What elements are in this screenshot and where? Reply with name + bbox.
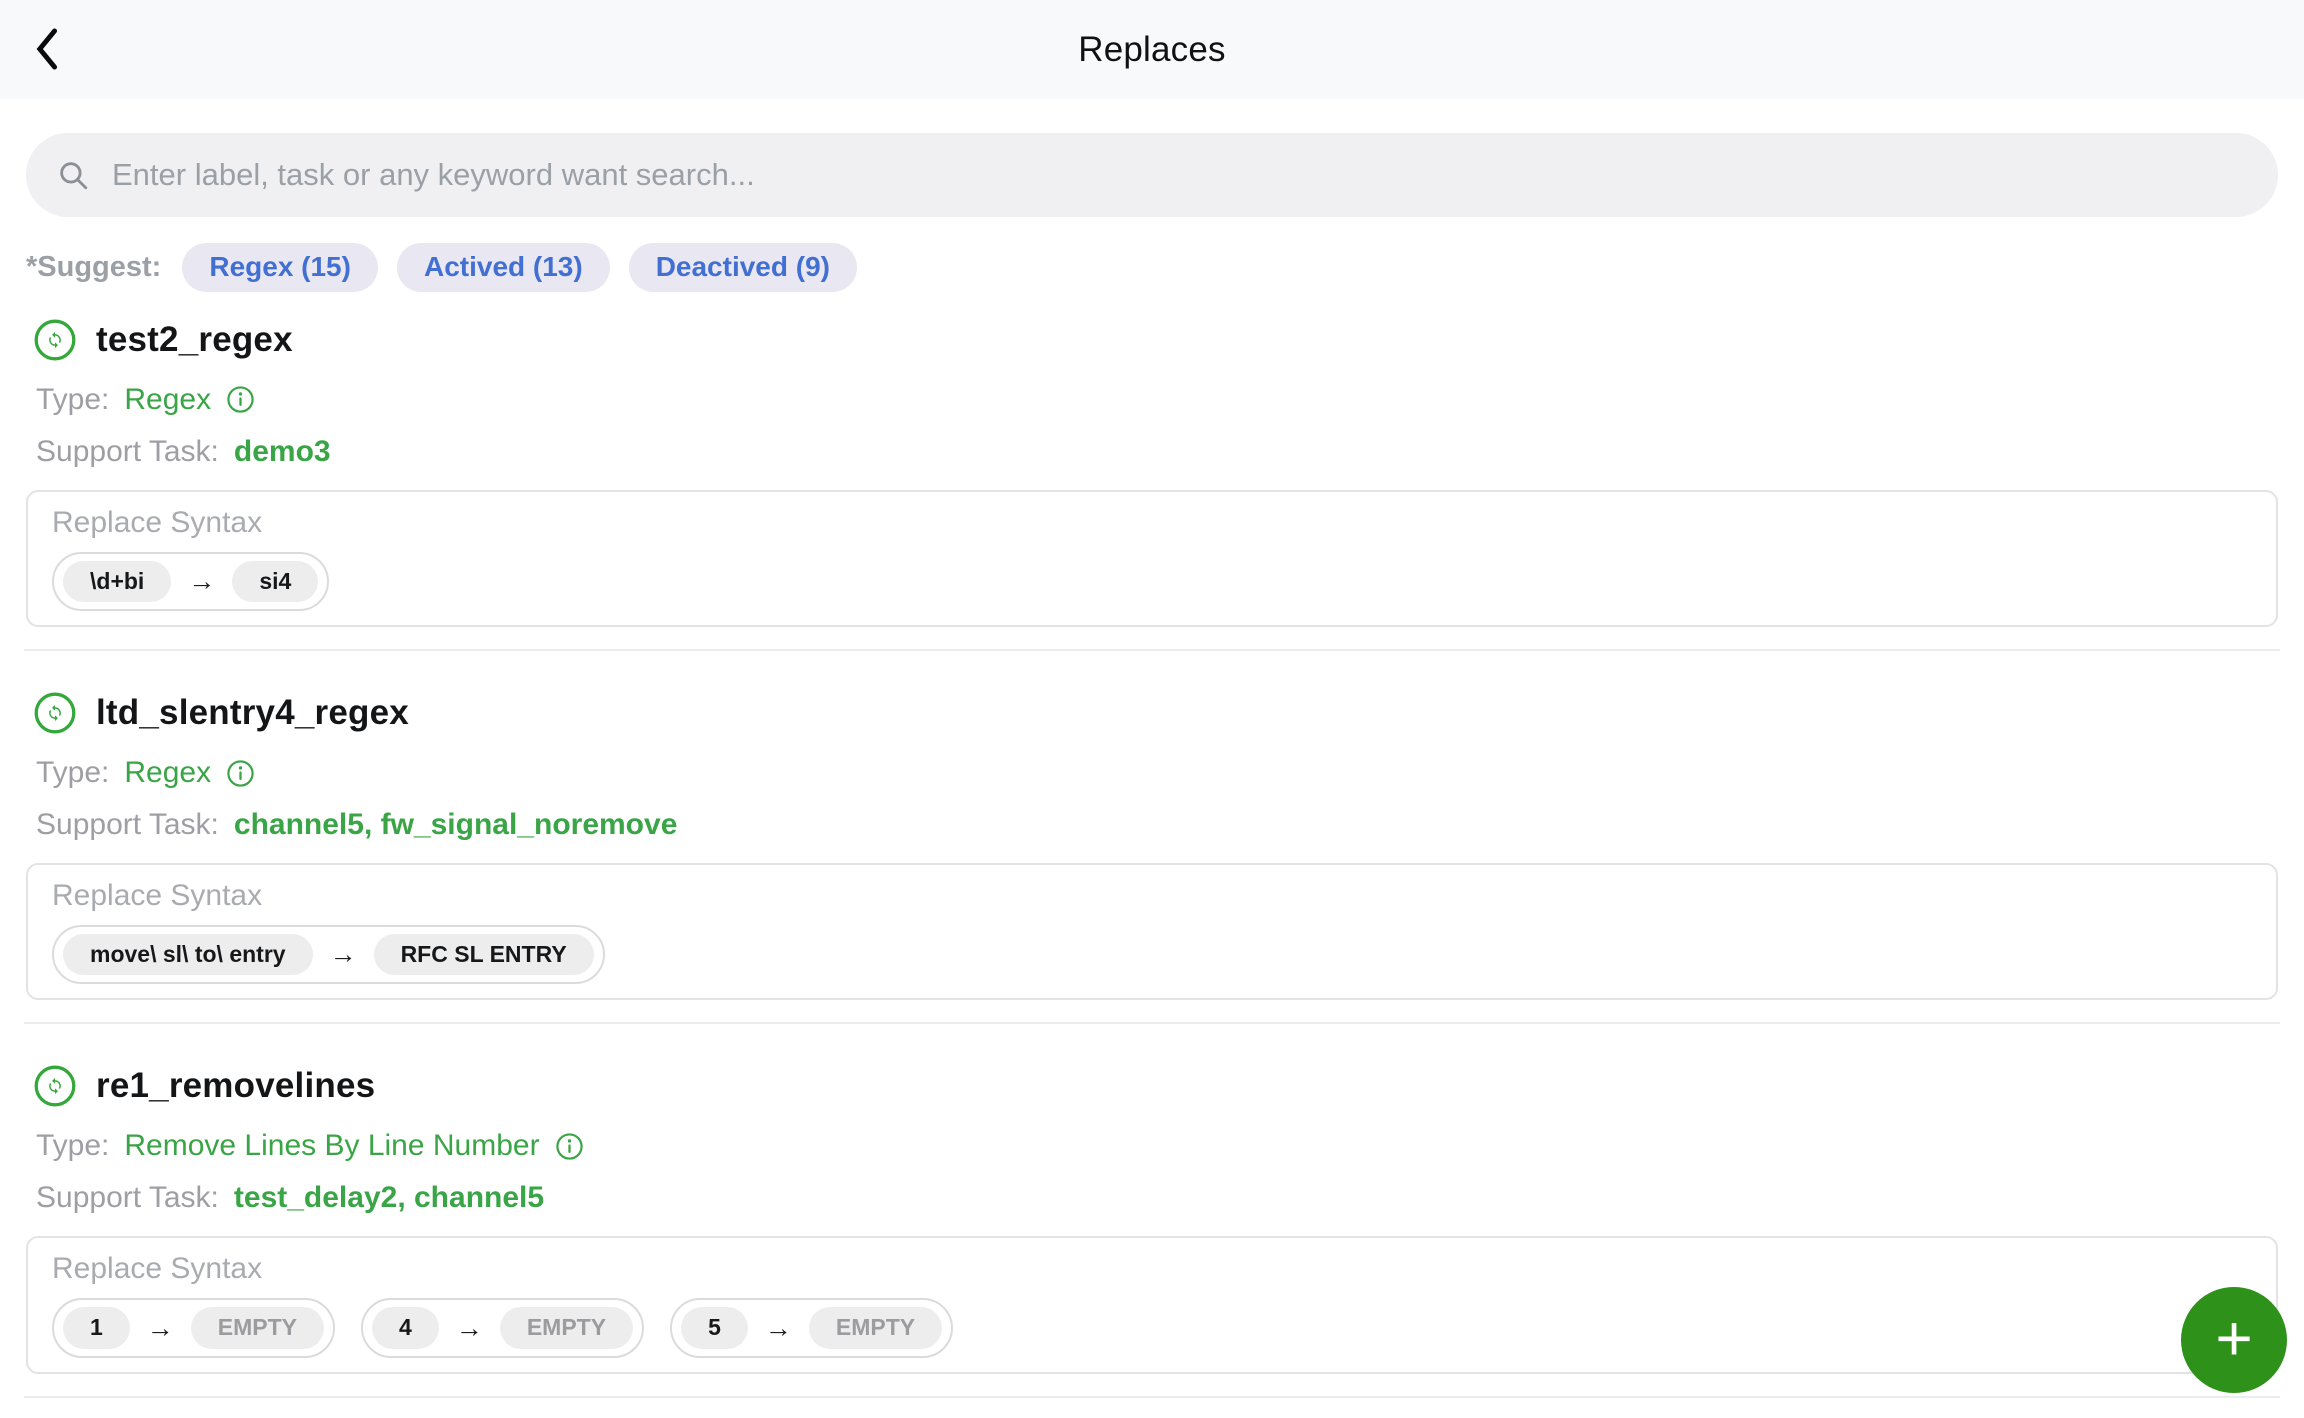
search-icon bbox=[60, 162, 88, 190]
rule-to: EMPTY bbox=[808, 1307, 943, 1349]
replace-syntax-box: Replace Syntax move\ sl\ to\ entry → RFC… bbox=[26, 863, 2278, 1001]
back-icon bbox=[36, 28, 58, 70]
divider bbox=[24, 1395, 2280, 1398]
header: Replaces bbox=[0, 0, 2304, 99]
sync-icon bbox=[34, 319, 76, 361]
plus-icon: + bbox=[2215, 1302, 2253, 1374]
support-value: demo3 bbox=[233, 434, 331, 468]
syntax-label: Replace Syntax bbox=[52, 1252, 263, 1286]
list-item-re1-removelines[interactable]: re1_removelines Type: Remove Lines By Li… bbox=[0, 1064, 2304, 1374]
type-row: Type: Remove Lines By Line Number bbox=[26, 1128, 2278, 1164]
rule-from: \d+bi bbox=[63, 560, 172, 603]
rule-to: EMPTY bbox=[499, 1307, 634, 1349]
rule-from: 4 bbox=[372, 1307, 439, 1349]
type-label: Type: bbox=[36, 756, 110, 790]
type-value: Regex bbox=[124, 756, 212, 790]
item-title: re1_removelines bbox=[96, 1066, 376, 1106]
search-bar[interactable] bbox=[26, 133, 2278, 217]
support-label: Support Task: bbox=[36, 1181, 219, 1215]
rule-from: 5 bbox=[681, 1307, 748, 1349]
rule-to: si4 bbox=[232, 560, 319, 603]
arrow-icon: → bbox=[455, 1312, 483, 1343]
chip-deactived[interactable]: Deactived (9) bbox=[628, 243, 857, 292]
rule-to: EMPTY bbox=[190, 1307, 325, 1349]
page-title: Replaces bbox=[1078, 29, 1226, 69]
replace-syntax-box: Replace Syntax 1 → EMPTY 4 → EMPTY 5 → E… bbox=[26, 1236, 2278, 1374]
info-icon[interactable] bbox=[226, 385, 255, 414]
item-header: ltd_slentry4_regex bbox=[26, 691, 2278, 735]
type-label: Type: bbox=[36, 1129, 110, 1163]
arrow-icon: → bbox=[764, 1312, 792, 1343]
replace-syntax-box: Replace Syntax \d+bi → si4 bbox=[26, 489, 2278, 628]
sync-icon bbox=[34, 692, 76, 734]
syntax-label: Replace Syntax bbox=[52, 879, 263, 913]
rule-to: RFC SL ENTRY bbox=[373, 934, 594, 976]
type-label: Type: bbox=[36, 382, 110, 416]
support-value: channel5, fw_signal_noremove bbox=[233, 808, 678, 842]
rules-row: move\ sl\ to\ entry → RFC SL ENTRY bbox=[52, 925, 2252, 985]
list-item-test2-regex[interactable]: test2_regex Type: Regex Support Task: de… bbox=[0, 318, 2304, 628]
add-button[interactable]: + bbox=[2181, 1287, 2287, 1393]
search-input[interactable] bbox=[112, 157, 2248, 193]
rule-from: move\ sl\ to\ entry bbox=[63, 934, 313, 976]
sync-icon bbox=[34, 1065, 76, 1107]
suggest-label: *Suggest: bbox=[26, 250, 162, 283]
rule-pill: 4 → EMPTY bbox=[361, 1298, 645, 1358]
info-icon[interactable] bbox=[555, 1132, 584, 1161]
list-item-ltd-slentry4-regex[interactable]: ltd_slentry4_regex Type: Regex Support T… bbox=[0, 691, 2304, 1001]
support-row: Support Task: channel5, fw_signal_noremo… bbox=[26, 807, 2278, 843]
rules-row: 1 → EMPTY 4 → EMPTY 5 → EMPTY bbox=[52, 1298, 2252, 1358]
arrow-icon: → bbox=[188, 565, 216, 596]
support-row: Support Task: demo3 bbox=[26, 434, 2278, 470]
type-row: Type: Regex bbox=[26, 382, 2278, 418]
type-row: Type: Regex bbox=[26, 755, 2278, 791]
divider bbox=[24, 649, 2280, 652]
rule-from: 1 bbox=[63, 1307, 130, 1349]
chip-actived[interactable]: Actived (13) bbox=[396, 243, 610, 292]
replace-list: test2_regex Type: Regex Support Task: de… bbox=[0, 318, 2304, 1398]
rule-pill: 5 → EMPTY bbox=[670, 1298, 954, 1358]
divider bbox=[24, 1022, 2280, 1025]
info-icon[interactable] bbox=[226, 759, 255, 788]
support-row: Support Task: test_delay2, channel5 bbox=[26, 1180, 2278, 1216]
suggest-row: *Suggest: Regex (15) Actived (13) Deacti… bbox=[26, 243, 2278, 292]
rule-pill: 1 → EMPTY bbox=[52, 1298, 336, 1358]
item-header: test2_regex bbox=[26, 318, 2278, 362]
support-label: Support Task: bbox=[36, 434, 219, 468]
item-title: test2_regex bbox=[96, 319, 293, 359]
item-title: ltd_slentry4_regex bbox=[96, 693, 409, 733]
chip-regex[interactable]: Regex (15) bbox=[182, 243, 378, 292]
support-label: Support Task: bbox=[36, 808, 219, 842]
arrow-icon: → bbox=[146, 1312, 174, 1343]
support-value: test_delay2, channel5 bbox=[233, 1181, 545, 1215]
back-button[interactable] bbox=[16, 14, 80, 84]
type-value: Remove Lines By Line Number bbox=[124, 1129, 540, 1163]
app-root: Replaces *Suggest: Regex (15) Actived (1… bbox=[0, 0, 2304, 1398]
rule-pill: move\ sl\ to\ entry → RFC SL ENTRY bbox=[52, 925, 605, 985]
rule-pill: \d+bi → si4 bbox=[52, 551, 330, 612]
rules-row: \d+bi → si4 bbox=[52, 551, 2252, 612]
item-header: re1_removelines bbox=[26, 1064, 2278, 1108]
syntax-label: Replace Syntax bbox=[52, 505, 263, 539]
arrow-icon: → bbox=[329, 939, 357, 970]
type-value: Regex bbox=[124, 382, 212, 416]
